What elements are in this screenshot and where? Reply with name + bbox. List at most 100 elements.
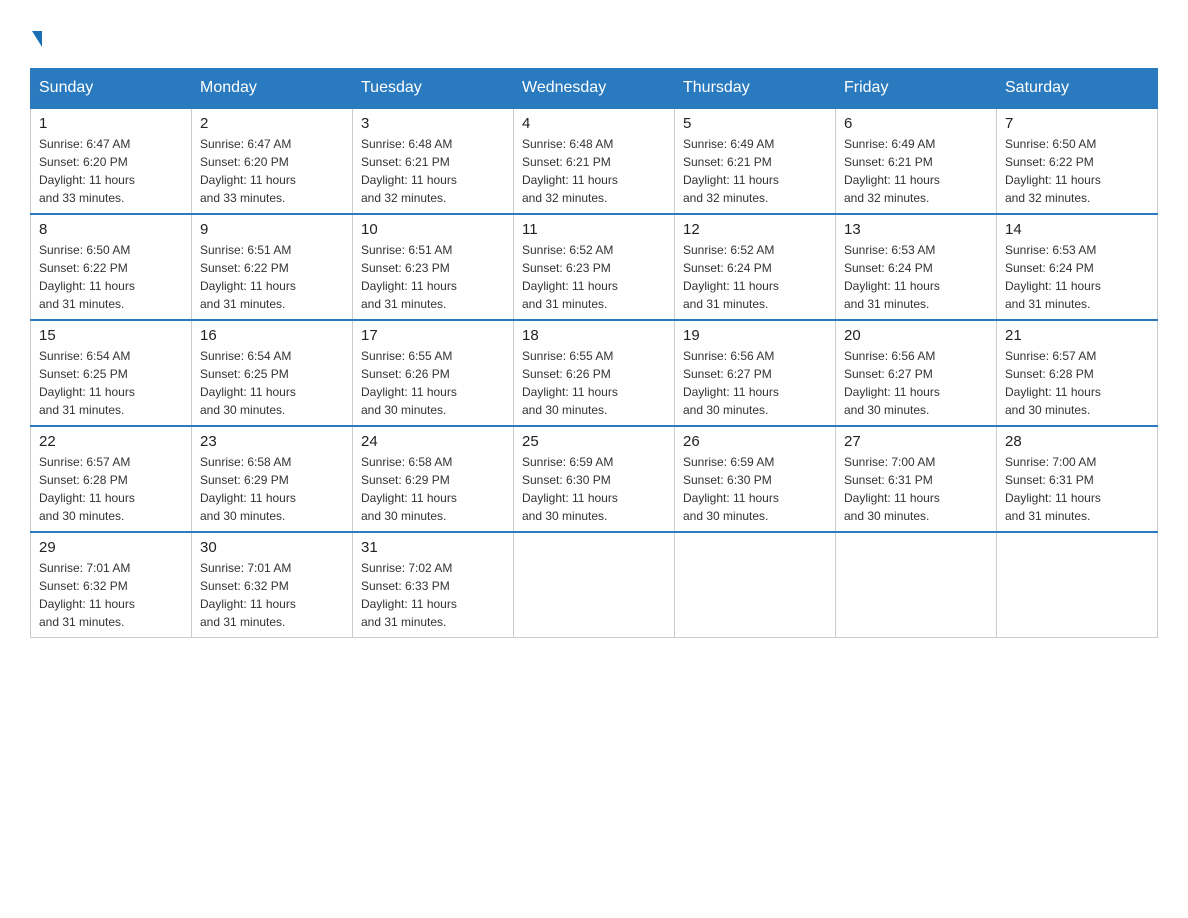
- day-info: Sunrise: 6:55 AM Sunset: 6:26 PM Dayligh…: [522, 347, 666, 419]
- day-info: Sunrise: 6:47 AM Sunset: 6:20 PM Dayligh…: [200, 135, 344, 207]
- day-info: Sunrise: 6:50 AM Sunset: 6:22 PM Dayligh…: [1005, 135, 1149, 207]
- week-row-1: 1 Sunrise: 6:47 AM Sunset: 6:20 PM Dayli…: [31, 108, 1158, 214]
- calendar-cell: 24 Sunrise: 6:58 AM Sunset: 6:29 PM Dayl…: [353, 426, 514, 532]
- day-info: Sunrise: 6:56 AM Sunset: 6:27 PM Dayligh…: [683, 347, 827, 419]
- day-number: 29: [39, 539, 183, 556]
- calendar-cell: [514, 532, 675, 638]
- calendar-cell: 19 Sunrise: 6:56 AM Sunset: 6:27 PM Dayl…: [675, 320, 836, 426]
- day-number: 27: [844, 433, 988, 450]
- calendar-cell: 11 Sunrise: 6:52 AM Sunset: 6:23 PM Dayl…: [514, 214, 675, 320]
- day-number: 21: [1005, 327, 1149, 344]
- calendar-cell: 26 Sunrise: 6:59 AM Sunset: 6:30 PM Dayl…: [675, 426, 836, 532]
- day-number: 26: [683, 433, 827, 450]
- calendar-cell: 16 Sunrise: 6:54 AM Sunset: 6:25 PM Dayl…: [192, 320, 353, 426]
- calendar-cell: 29 Sunrise: 7:01 AM Sunset: 6:32 PM Dayl…: [31, 532, 192, 638]
- day-number: 28: [1005, 433, 1149, 450]
- calendar-cell: 20 Sunrise: 6:56 AM Sunset: 6:27 PM Dayl…: [836, 320, 997, 426]
- day-number: 3: [361, 115, 505, 132]
- calendar-cell: 6 Sunrise: 6:49 AM Sunset: 6:21 PM Dayli…: [836, 108, 997, 214]
- day-number: 25: [522, 433, 666, 450]
- day-info: Sunrise: 6:57 AM Sunset: 6:28 PM Dayligh…: [1005, 347, 1149, 419]
- day-info: Sunrise: 6:53 AM Sunset: 6:24 PM Dayligh…: [1005, 241, 1149, 313]
- calendar-cell: 9 Sunrise: 6:51 AM Sunset: 6:22 PM Dayli…: [192, 214, 353, 320]
- day-number: 4: [522, 115, 666, 132]
- page-header: [30, 20, 1158, 48]
- calendar-header: SundayMondayTuesdayWednesdayThursdayFrid…: [31, 69, 1158, 109]
- day-info: Sunrise: 7:01 AM Sunset: 6:32 PM Dayligh…: [39, 559, 183, 631]
- week-row-3: 15 Sunrise: 6:54 AM Sunset: 6:25 PM Dayl…: [31, 320, 1158, 426]
- calendar-cell: 12 Sunrise: 6:52 AM Sunset: 6:24 PM Dayl…: [675, 214, 836, 320]
- day-info: Sunrise: 6:54 AM Sunset: 6:25 PM Dayligh…: [200, 347, 344, 419]
- logo-top: [30, 20, 42, 48]
- day-number: 9: [200, 221, 344, 238]
- day-info: Sunrise: 6:51 AM Sunset: 6:22 PM Dayligh…: [200, 241, 344, 313]
- calendar-cell: 13 Sunrise: 6:53 AM Sunset: 6:24 PM Dayl…: [836, 214, 997, 320]
- day-info: Sunrise: 7:01 AM Sunset: 6:32 PM Dayligh…: [200, 559, 344, 631]
- day-info: Sunrise: 6:48 AM Sunset: 6:21 PM Dayligh…: [522, 135, 666, 207]
- day-info: Sunrise: 6:56 AM Sunset: 6:27 PM Dayligh…: [844, 347, 988, 419]
- day-number: 17: [361, 327, 505, 344]
- day-info: Sunrise: 6:48 AM Sunset: 6:21 PM Dayligh…: [361, 135, 505, 207]
- day-info: Sunrise: 6:47 AM Sunset: 6:20 PM Dayligh…: [39, 135, 183, 207]
- day-info: Sunrise: 7:02 AM Sunset: 6:33 PM Dayligh…: [361, 559, 505, 631]
- day-info: Sunrise: 6:54 AM Sunset: 6:25 PM Dayligh…: [39, 347, 183, 419]
- calendar-cell: 28 Sunrise: 7:00 AM Sunset: 6:31 PM Dayl…: [997, 426, 1158, 532]
- calendar-cell: 10 Sunrise: 6:51 AM Sunset: 6:23 PM Dayl…: [353, 214, 514, 320]
- day-info: Sunrise: 6:52 AM Sunset: 6:23 PM Dayligh…: [522, 241, 666, 313]
- day-number: 30: [200, 539, 344, 556]
- calendar-cell: 25 Sunrise: 6:59 AM Sunset: 6:30 PM Dayl…: [514, 426, 675, 532]
- day-number: 22: [39, 433, 183, 450]
- day-info: Sunrise: 6:49 AM Sunset: 6:21 PM Dayligh…: [683, 135, 827, 207]
- header-sunday: Sunday: [31, 69, 192, 109]
- calendar-cell: 17 Sunrise: 6:55 AM Sunset: 6:26 PM Dayl…: [353, 320, 514, 426]
- day-number: 12: [683, 221, 827, 238]
- day-number: 24: [361, 433, 505, 450]
- calendar-cell: 14 Sunrise: 6:53 AM Sunset: 6:24 PM Dayl…: [997, 214, 1158, 320]
- week-row-5: 29 Sunrise: 7:01 AM Sunset: 6:32 PM Dayl…: [31, 532, 1158, 638]
- calendar-cell: 5 Sunrise: 6:49 AM Sunset: 6:21 PM Dayli…: [675, 108, 836, 214]
- calendar-cell: 21 Sunrise: 6:57 AM Sunset: 6:28 PM Dayl…: [997, 320, 1158, 426]
- day-number: 5: [683, 115, 827, 132]
- day-number: 7: [1005, 115, 1149, 132]
- day-info: Sunrise: 6:59 AM Sunset: 6:30 PM Dayligh…: [522, 453, 666, 525]
- day-info: Sunrise: 6:51 AM Sunset: 6:23 PM Dayligh…: [361, 241, 505, 313]
- calendar-body: 1 Sunrise: 6:47 AM Sunset: 6:20 PM Dayli…: [31, 108, 1158, 638]
- header-saturday: Saturday: [997, 69, 1158, 109]
- day-info: Sunrise: 7:00 AM Sunset: 6:31 PM Dayligh…: [1005, 453, 1149, 525]
- header-monday: Monday: [192, 69, 353, 109]
- day-number: 23: [200, 433, 344, 450]
- header-row: SundayMondayTuesdayWednesdayThursdayFrid…: [31, 69, 1158, 109]
- calendar-cell: 27 Sunrise: 7:00 AM Sunset: 6:31 PM Dayl…: [836, 426, 997, 532]
- day-info: Sunrise: 6:58 AM Sunset: 6:29 PM Dayligh…: [361, 453, 505, 525]
- calendar-cell: 7 Sunrise: 6:50 AM Sunset: 6:22 PM Dayli…: [997, 108, 1158, 214]
- day-number: 2: [200, 115, 344, 132]
- day-number: 15: [39, 327, 183, 344]
- calendar-cell: 2 Sunrise: 6:47 AM Sunset: 6:20 PM Dayli…: [192, 108, 353, 214]
- week-row-4: 22 Sunrise: 6:57 AM Sunset: 6:28 PM Dayl…: [31, 426, 1158, 532]
- calendar-cell: 18 Sunrise: 6:55 AM Sunset: 6:26 PM Dayl…: [514, 320, 675, 426]
- calendar-cell: [836, 532, 997, 638]
- calendar-cell: 8 Sunrise: 6:50 AM Sunset: 6:22 PM Dayli…: [31, 214, 192, 320]
- day-info: Sunrise: 6:57 AM Sunset: 6:28 PM Dayligh…: [39, 453, 183, 525]
- day-number: 18: [522, 327, 666, 344]
- calendar-cell: 15 Sunrise: 6:54 AM Sunset: 6:25 PM Dayl…: [31, 320, 192, 426]
- day-info: Sunrise: 7:00 AM Sunset: 6:31 PM Dayligh…: [844, 453, 988, 525]
- calendar-cell: 3 Sunrise: 6:48 AM Sunset: 6:21 PM Dayli…: [353, 108, 514, 214]
- day-info: Sunrise: 6:55 AM Sunset: 6:26 PM Dayligh…: [361, 347, 505, 419]
- calendar-cell: 22 Sunrise: 6:57 AM Sunset: 6:28 PM Dayl…: [31, 426, 192, 532]
- day-number: 13: [844, 221, 988, 238]
- day-info: Sunrise: 6:58 AM Sunset: 6:29 PM Dayligh…: [200, 453, 344, 525]
- day-number: 31: [361, 539, 505, 556]
- logo: [30, 20, 42, 48]
- calendar-cell: 30 Sunrise: 7:01 AM Sunset: 6:32 PM Dayl…: [192, 532, 353, 638]
- day-number: 20: [844, 327, 988, 344]
- calendar-cell: 23 Sunrise: 6:58 AM Sunset: 6:29 PM Dayl…: [192, 426, 353, 532]
- day-info: Sunrise: 6:49 AM Sunset: 6:21 PM Dayligh…: [844, 135, 988, 207]
- calendar-table: SundayMondayTuesdayWednesdayThursdayFrid…: [30, 68, 1158, 638]
- header-wednesday: Wednesday: [514, 69, 675, 109]
- day-number: 11: [522, 221, 666, 238]
- header-friday: Friday: [836, 69, 997, 109]
- calendar-cell: [997, 532, 1158, 638]
- header-thursday: Thursday: [675, 69, 836, 109]
- day-number: 14: [1005, 221, 1149, 238]
